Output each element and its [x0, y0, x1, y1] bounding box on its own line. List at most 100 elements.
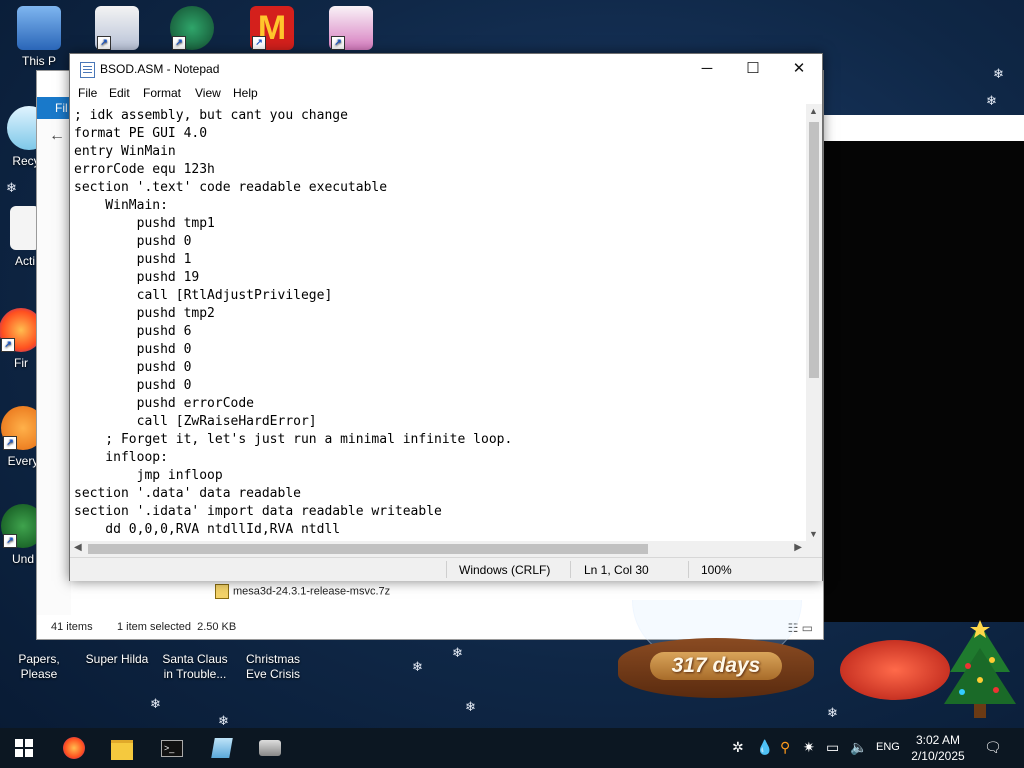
ornament-decoration — [840, 640, 950, 700]
taskbar-terminal[interactable]: >_ — [148, 728, 196, 768]
desktop-icon-this-pc[interactable]: This P — [2, 6, 76, 69]
app-icon: ↗ — [95, 6, 139, 50]
close-button[interactable]: ✕ — [776, 54, 822, 84]
network-app-icon — [259, 740, 281, 756]
tray-snow-icon[interactable]: ✷ — [803, 739, 815, 756]
snowflake: ❄ — [452, 645, 463, 660]
scroll-left-arrow-icon[interactable]: ◀ — [74, 542, 82, 553]
computer-icon — [17, 6, 61, 50]
menu-bar: File Edit Format View Help — [70, 84, 822, 104]
shortcut-arrow-icon: ↗ — [172, 36, 186, 50]
desktop-icon-santa-claus[interactable]: Santa Claus in Trouble... — [158, 652, 232, 682]
file-list-item[interactable]: mesa3d-24.3.1-release-msvc.7z — [215, 584, 390, 599]
desktop-icon-label: Papers, Please — [18, 652, 60, 681]
maximize-button[interactable]: ☐ — [730, 54, 776, 84]
archive-file-icon — [215, 584, 229, 599]
shortcut-arrow-icon: ↗ — [3, 534, 17, 548]
countdown-widget[interactable]: 317 days — [618, 600, 814, 704]
desktop-icon-top-2[interactable]: ↗ — [155, 6, 229, 54]
desktop-icon-super-hilda[interactable]: Super Hilda — [80, 652, 154, 667]
terminal-icon: >_ — [161, 740, 183, 757]
menu-format[interactable]: Format — [143, 86, 181, 100]
vertical-scroll-thumb[interactable] — [809, 122, 819, 378]
countdown-label: 317 days — [650, 652, 782, 680]
shortcut-arrow-icon: ↗ — [97, 36, 111, 50]
horizontal-scrollbar[interactable]: ◀ ▶ — [70, 541, 806, 557]
vertical-scrollbar[interactable]: ▲ ▼ — [806, 104, 822, 541]
tray-app-icon[interactable]: ✲ — [732, 739, 744, 756]
snowflake: ❄ — [218, 713, 229, 728]
character-icon: ↗ — [170, 6, 214, 50]
snowflake: ❄ — [465, 699, 476, 714]
volume-icon[interactable]: 🔈 — [850, 739, 867, 756]
desktop-icon-label: Super Hilda — [85, 652, 149, 666]
shortcut-arrow-icon: ↗ — [252, 36, 266, 50]
windows-logo-icon — [15, 739, 33, 757]
notepad-window[interactable]: BSOD.ASM - Notepad ─ ☐ ✕ File Edit Forma… — [69, 53, 823, 581]
snowflake: ❄ — [412, 659, 423, 674]
pig-icon: ↗ — [329, 6, 373, 50]
taskbar-file-explorer[interactable] — [98, 728, 146, 768]
menu-help[interactable]: Help — [233, 86, 258, 100]
back-arrow-icon[interactable]: ← — [49, 127, 65, 145]
desktop-icon-label: Und — [11, 552, 34, 566]
taskbar-notepad[interactable] — [198, 728, 246, 768]
desktop-icon-label: Every — [7, 454, 39, 468]
menu-edit[interactable]: Edit — [109, 86, 130, 100]
desktop-icon-label: Santa Claus in Trouble... — [162, 652, 228, 681]
cursor-position-status: Ln 1, Col 30 — [584, 563, 649, 577]
editor-text[interactable]: ; idk assembly, but cant you change form… — [70, 104, 806, 541]
snowflake: ❄ — [986, 93, 997, 108]
shortcut-arrow-icon: ↗ — [1, 338, 15, 352]
desktop-icon-christmas-eve-crisis[interactable]: Christmas Eve Crisis — [236, 652, 310, 682]
notepad-icon — [211, 738, 233, 758]
clock[interactable]: 3:02 AM 2/10/2025 — [906, 732, 970, 764]
start-button[interactable] — [0, 728, 48, 768]
scrollbar-corner — [806, 541, 822, 557]
status-separator — [570, 561, 571, 578]
firefox-icon — [63, 737, 85, 759]
horizontal-scroll-thumb[interactable] — [88, 544, 648, 554]
taskbar-app[interactable] — [246, 728, 294, 768]
language-indicator[interactable]: ENG — [876, 741, 900, 753]
status-separator — [688, 561, 689, 578]
scroll-down-arrow-icon[interactable]: ▼ — [809, 529, 818, 539]
notification-icon[interactable]: 🗨 — [984, 739, 1002, 756]
taskbar-firefox[interactable] — [50, 728, 98, 768]
notepad-status-bar: Windows (CRLF) Ln 1, Col 30 100% — [70, 557, 822, 581]
background-window-titlebar — [822, 115, 1024, 141]
scroll-up-arrow-icon[interactable]: ▲ — [809, 106, 818, 116]
desktop-icon-label: This P — [21, 54, 56, 68]
selection-info: 1 item selected 2.50 KB — [117, 621, 237, 633]
desktop-icon-top-1[interactable]: ↗ — [80, 6, 154, 54]
tray-drop-icon[interactable]: 💧 — [756, 739, 773, 756]
snowflake: ❄ — [993, 66, 1004, 81]
explorer-file-tab[interactable]: Fil — [55, 101, 68, 115]
desktop-icon-label: Acti — [14, 254, 35, 268]
shortcut-arrow-icon: ↗ — [331, 36, 345, 50]
notepad-icon — [80, 62, 95, 78]
minimize-button[interactable]: ─ — [684, 54, 730, 84]
scroll-right-arrow-icon[interactable]: ▶ — [794, 542, 802, 553]
item-count: 41 items — [51, 621, 93, 633]
tray-pc-icon[interactable]: ▭ — [826, 739, 839, 756]
menu-view[interactable]: View — [195, 86, 221, 100]
shortcut-arrow-icon: ↗ — [3, 436, 17, 450]
tray-search-icon[interactable]: ⚲ — [780, 739, 790, 756]
desktop-icon-top-3[interactable]: M ↗ — [235, 6, 309, 54]
explorer-nav-pane — [37, 119, 71, 619]
mcdonalds-icon: M ↗ — [250, 6, 294, 50]
folder-icon — [111, 740, 133, 760]
window-title: BSOD.ASM - Notepad — [100, 62, 220, 76]
taskbar: >_ ✲ 💧 ⚲ ✷ ▭ 🔈 ENG 3:02 AM 2/10/2025 🗨 — [0, 728, 1024, 768]
background-window — [822, 115, 1024, 622]
snowflake: ❄ — [827, 705, 838, 720]
file-name: mesa3d-24.3.1-release-msvc.7z — [233, 585, 391, 598]
text-editor-area[interactable]: ; idk assembly, but cant you change form… — [70, 104, 806, 541]
desktop-icon-papers-please[interactable]: Papers, Please — [2, 652, 76, 682]
menu-file[interactable]: File — [78, 86, 97, 100]
clock-date: 2/10/2025 — [911, 749, 965, 763]
desktop-icon-top-4[interactable]: ↗ — [314, 6, 388, 54]
snowflake: ❄ — [150, 696, 161, 711]
notepad-titlebar[interactable]: BSOD.ASM - Notepad ─ ☐ ✕ — [70, 54, 822, 84]
